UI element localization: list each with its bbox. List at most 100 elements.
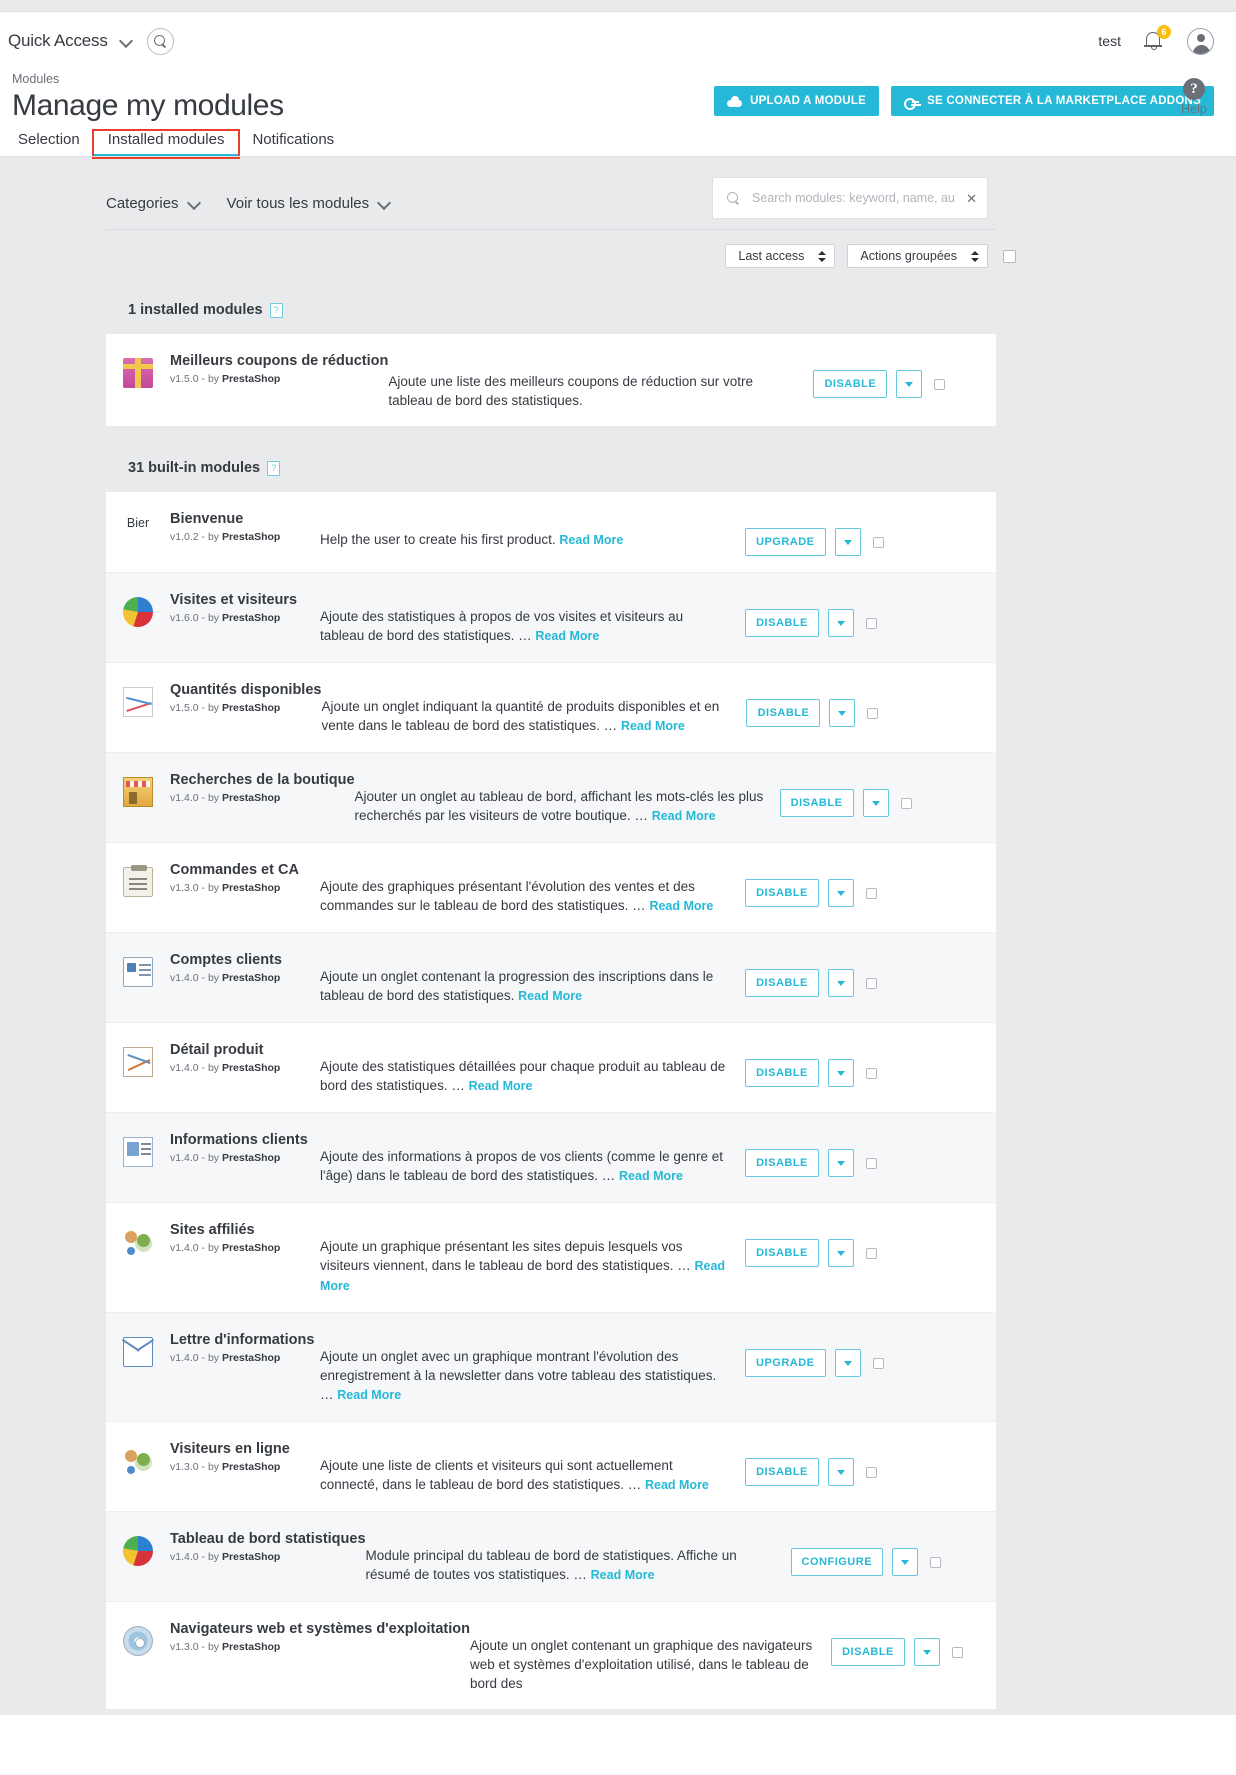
read-more-link[interactable]: Read More [559,533,623,547]
module-author: PrestaShop [221,1641,281,1653]
read-more-link[interactable]: Read More [619,1169,683,1183]
module-row-checkbox[interactable] [872,536,884,548]
module-action-button[interactable]: DISABLE [745,1059,819,1087]
module-row-checkbox[interactable] [866,617,877,629]
users-icon [123,1227,153,1257]
module-action-dropdown[interactable] [834,528,861,556]
module-action-dropdown[interactable] [914,1638,940,1666]
help-tooltip-icon[interactable]: ? [269,302,283,318]
module-row-checkbox[interactable] [952,1646,963,1658]
module-version: v1.4.0 - by PrestaShop [170,1152,281,1164]
categories-dropdown[interactable]: Categories [106,195,201,212]
module-version: v1.0.2 - by PrestaShop [170,531,281,543]
module-row-checkbox[interactable] [866,1067,877,1079]
read-more-link[interactable]: Read More [649,899,713,913]
read-more-link[interactable]: Read More [337,1388,401,1402]
module-actions: DISABLE [745,1219,910,1267]
module-action-button[interactable]: DISABLE [745,1239,819,1267]
upload-module-button[interactable]: UPLOAD A MODULE [714,86,880,116]
module-meta: Navigateurs web et systèmes d'exploitati… [170,1618,470,1653]
chevron-down-icon [837,620,845,626]
module-row: Comptes clients v1.4.0 - by PrestaShop Ajo… [106,933,996,1023]
chevron-down-icon [901,1559,910,1565]
top-strip [0,0,1236,12]
module-row-checkbox[interactable] [872,1357,884,1369]
module-action-button[interactable]: DISABLE [831,1638,905,1666]
module-action-button[interactable]: DISABLE [745,969,819,997]
module-by-label: by [207,373,220,385]
module-action-dropdown[interactable] [828,609,854,637]
tab-installed-modules[interactable]: Installed modules [91,129,241,159]
module-action-dropdown[interactable] [828,1149,854,1177]
module-action-button[interactable]: DISABLE [779,789,854,817]
module-action-button[interactable]: DISABLE [746,699,821,727]
module-row-checkbox[interactable] [866,887,877,899]
help-button[interactable]: ? Help [1170,78,1218,116]
module-row-checkbox[interactable] [930,1556,942,1568]
read-more-link[interactable]: Read More [645,1478,709,1492]
module-action-button[interactable]: CONFIGURE [790,1548,884,1576]
module-meta: Sites affiliés v1.4.0 - by PrestaShop [170,1219,320,1254]
module-author: PrestaShop [221,882,281,894]
help-tooltip-icon[interactable]: ? [267,460,281,476]
select-all-checkbox[interactable] [1003,249,1016,263]
module-action-button[interactable]: DISABLE [813,370,888,398]
tab-selection[interactable]: Selection [12,131,94,157]
module-action-dropdown[interactable] [829,699,856,727]
module-action-dropdown[interactable] [828,1059,854,1087]
bulk-actions-select[interactable]: Actions groupées [847,244,988,268]
module-action-button[interactable]: DISABLE [745,879,819,907]
read-more-link[interactable]: Read More [621,719,685,733]
module-row-checkbox[interactable] [866,1157,877,1169]
module-action-dropdown[interactable] [862,789,889,817]
module-version: v1.4.0 - by PrestaShop [170,1352,281,1364]
module-action-button[interactable]: DISABLE [745,609,819,637]
module-by-label: by [207,1242,220,1254]
quick-access-menu[interactable]: Quick Access [8,31,133,51]
view-all-modules-dropdown[interactable]: Voir tous les modules [227,195,392,212]
module-action-dropdown[interactable] [892,1548,919,1576]
module-action-dropdown[interactable] [828,969,854,997]
module-action-dropdown[interactable] [834,1349,861,1377]
read-more-link[interactable]: Read More [652,809,716,823]
avatar[interactable] [1187,27,1214,55]
module-action-button[interactable]: UPGRADE [745,1349,826,1377]
module-row-checkbox[interactable] [866,977,877,989]
chevron-down-icon [905,381,914,387]
filter-bar: Categories Voir tous les modules ✕ [0,157,1236,229]
module-action-dropdown[interactable] [828,1239,854,1267]
tab-notifications[interactable]: Notifications [238,131,348,157]
module-row-checkbox[interactable] [866,1247,877,1259]
module-meta: Visites et visiteurs v1.6.0 - by PrestaSh… [170,589,320,624]
marketplace-connect-button[interactable]: SE CONNECTER À LA MARKETPLACE ADDONS [891,86,1214,116]
read-more-link[interactable]: Read More [469,1079,533,1093]
module-author: PrestaShop [221,702,281,714]
question-mark-icon: ? [1183,78,1205,100]
module-row-checkbox[interactable] [866,1466,877,1478]
module-search-box[interactable]: ✕ [712,177,988,219]
module-row: Lettre d'informations v1.4.0 - by PrestaS… [106,1313,996,1422]
module-row-checkbox[interactable] [867,707,879,719]
search-input[interactable] [752,191,955,205]
module-action-button[interactable]: UPGRADE [745,528,826,556]
module-row-checkbox[interactable] [900,797,912,809]
module-name: Meilleurs coupons de réduction [170,353,389,369]
module-action-button[interactable]: DISABLE [745,1149,819,1177]
module-action-dropdown[interactable] [828,1458,854,1486]
clear-search-icon[interactable]: ✕ [966,192,977,205]
read-more-link[interactable]: Read More [535,629,599,643]
user-name-label: test [1098,33,1121,49]
module-version-number: v1.4.0 [170,792,199,804]
global-search-button[interactable] [146,27,174,55]
module-action-button[interactable]: DISABLE [745,1458,819,1486]
sort-order-select[interactable]: Last access [725,244,836,268]
read-more-link[interactable]: Read More [591,1568,655,1582]
pie-chart-icon [123,1536,153,1566]
module-description: Ajoute un onglet contenant un graphique … [470,1618,831,1693]
read-more-link[interactable]: Read More [518,989,582,1003]
module-row-checkbox[interactable] [934,378,946,390]
module-action-dropdown[interactable] [828,879,854,907]
module-meta: Détail produit v1.4.0 - by PrestaShop [170,1039,320,1074]
module-action-dropdown[interactable] [896,370,923,398]
notifications-button[interactable]: 6 [1143,25,1171,54]
